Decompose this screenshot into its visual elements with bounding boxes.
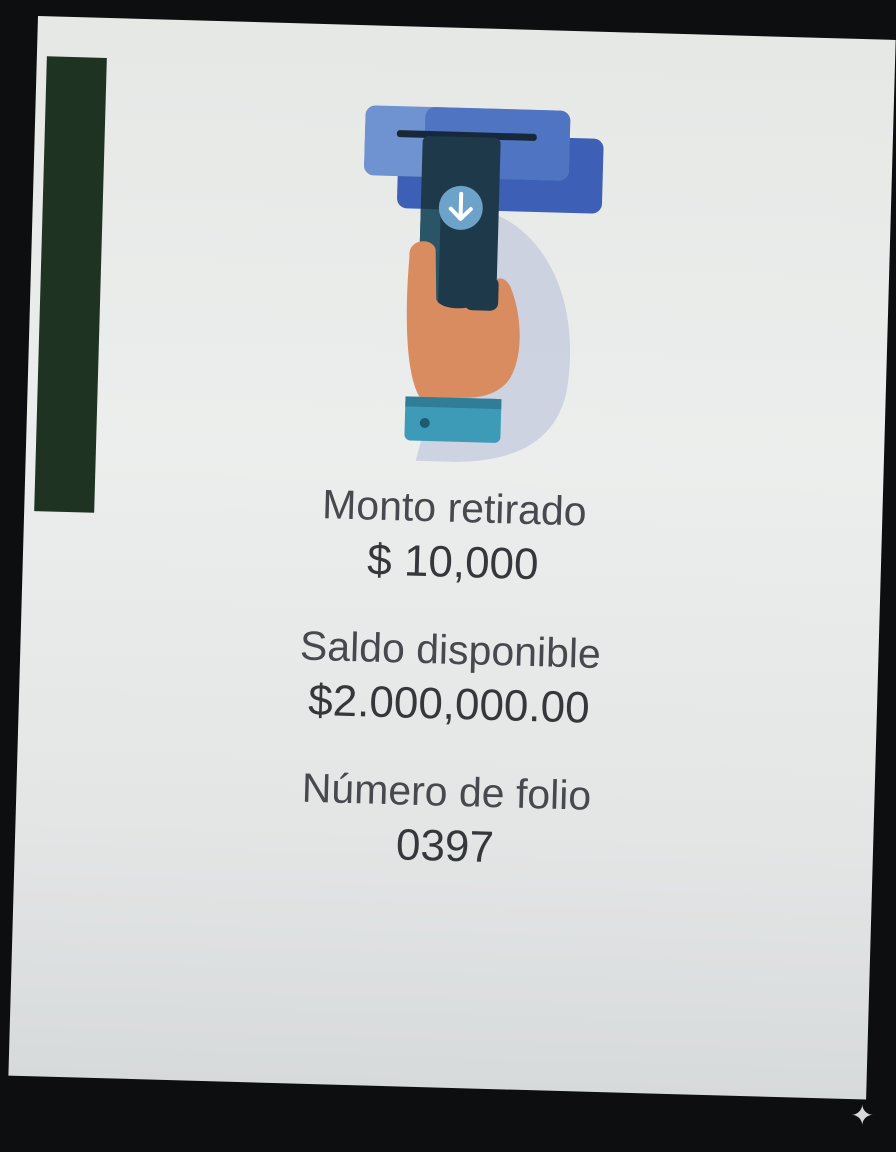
sparkle-icon: ✦	[850, 1099, 874, 1132]
photo-frame: Monto retirado $ 10,000 Saldo disponible…	[0, 0, 896, 1152]
withdrawal-summary: Monto retirado $ 10,000 Saldo disponible…	[253, 478, 645, 914]
folio-group: Número de folio 0397	[254, 761, 637, 878]
amount-value: $ 10,000	[366, 535, 540, 590]
balance-group: Saldo disponible $2.000,000.00	[258, 619, 641, 736]
side-panel-strip	[34, 56, 107, 513]
folio-value: 0397	[395, 820, 495, 873]
device-screen: Monto retirado $ 10,000 Saldo disponible…	[8, 16, 896, 1100]
balance-value: $2.000,000.00	[307, 675, 591, 733]
atm-withdrawal-hand-icon	[363, 105, 604, 462]
amount-label: Monto retirado	[321, 481, 588, 535]
folio-label: Número de folio	[301, 764, 592, 819]
balance-label: Saldo disponible	[299, 622, 602, 677]
amount-group: Monto retirado $ 10,000	[262, 478, 645, 595]
